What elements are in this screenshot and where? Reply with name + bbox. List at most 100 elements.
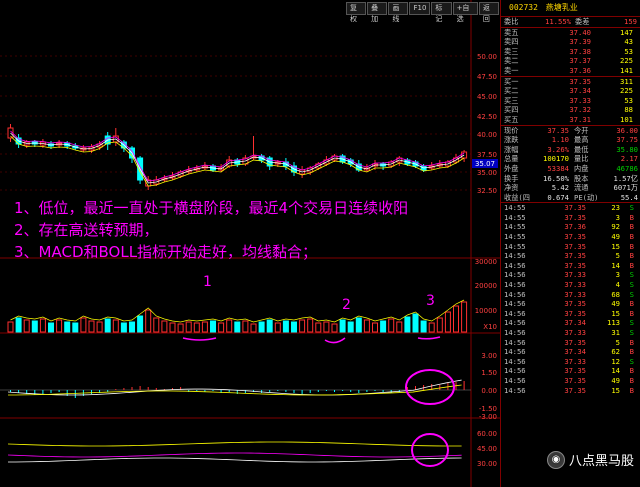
tick-row: 14:56 37.34 113 S xyxy=(501,318,640,328)
tick-time: 14:56 xyxy=(504,318,526,328)
quote-panel: 002732 燕塘乳业 委比 11.55% 委差 159 卖五 37.40 147 卖… xyxy=(500,0,640,487)
bid-volume: 101 xyxy=(620,114,633,124)
volume-scale-label: 10000 xyxy=(475,307,497,315)
ask-volume: 147 xyxy=(620,27,633,37)
tick-row: 14:56 37.35 49 B xyxy=(501,376,640,386)
bid-row: 买四 37.32 88 xyxy=(501,105,640,115)
boll-scale-label: 60.00 xyxy=(477,430,497,438)
tick-price: 37.33 xyxy=(564,289,586,299)
chart-area[interactable]: 50.00 47.50 45.00 42.50 40.00 37.50 35.00 32.50… xyxy=(0,0,500,487)
bid-row: 买一 37.35 311 xyxy=(501,77,640,87)
quote-value: 16.50% xyxy=(543,173,569,183)
volume-bar xyxy=(177,323,184,333)
bid-label: 买一 xyxy=(504,76,519,86)
volume-bar xyxy=(226,319,233,333)
bid-price: 37.35 xyxy=(569,76,591,86)
volume-bar xyxy=(388,318,395,333)
boll-mid-line xyxy=(7,452,462,458)
tick-volume: 3 xyxy=(615,212,620,222)
tick-row: 14:56 37.33 3 S xyxy=(501,270,640,280)
committee-diff-label: 委差 xyxy=(575,17,590,26)
ask-levels: 卖五 37.40 147 卖四 37.39 43 卖三 37.38 53 卖二 37.37 225 卖一… xyxy=(501,28,640,76)
volume-bar xyxy=(169,322,176,333)
tick-row: 14:56 37.35 14 B xyxy=(501,261,640,271)
watermark-text: 八点黑马股 xyxy=(568,454,634,469)
bid-volume: 53 xyxy=(624,95,633,105)
tick-direction: B xyxy=(629,308,634,318)
macd-scale-label: 1.50 xyxy=(481,369,497,377)
tick-volume: 14 xyxy=(611,366,620,376)
tick-direction: B xyxy=(629,366,634,376)
bid-label: 买四 xyxy=(504,105,519,115)
volume-unit-label: X10 xyxy=(483,323,497,331)
volume-bar xyxy=(96,321,103,333)
toolbar-button-overlay[interactable]: 叠加 xyxy=(367,2,388,23)
tick-volume: 31 xyxy=(611,328,620,337)
toolbar-button-f10[interactable]: F10 xyxy=(409,2,431,15)
tick-time: 14:55 xyxy=(504,222,526,232)
bid-price: 37.32 xyxy=(569,105,591,115)
toolbar-button-back[interactable]: 返回 xyxy=(478,2,499,23)
toolbar-button-add-watchlist[interactable]: +自选 xyxy=(452,2,478,23)
bid-price: 37.33 xyxy=(569,95,591,105)
tick-time: 14:55 xyxy=(504,212,526,222)
annotation-marker: 1 xyxy=(203,274,212,290)
macd-scale-label: 3.00 xyxy=(481,352,497,360)
tick-row: 14:56 37.35 49 B xyxy=(501,299,640,309)
bid-price: 37.34 xyxy=(569,86,591,96)
bid-label: 买三 xyxy=(504,95,519,105)
quote-value: 53384 xyxy=(547,163,569,173)
toolbar-button-restore-rights[interactable]: 复权 xyxy=(346,2,367,23)
volume-bar xyxy=(412,313,419,333)
chart-toolbar: 复权 叠加 画线 F10 标记 +自选 返回 xyxy=(346,2,500,23)
volume-bar xyxy=(201,321,208,333)
tick-direction: B xyxy=(629,232,634,242)
volume-bar xyxy=(64,321,71,333)
quote-value: 5.42 xyxy=(551,183,569,193)
quote-label: 总量 xyxy=(504,154,519,164)
ask-price: 37.38 xyxy=(569,46,591,56)
tick-time: 14:56 xyxy=(504,299,526,309)
volume-bar xyxy=(339,319,346,333)
tick-time: 14:56 xyxy=(504,308,526,318)
tick-time: 14:55 xyxy=(504,203,526,213)
tick-list[interactable]: 14:55 37.35 23 S 14:55 37.35 3 B 14:55 37.36 92 B 14… xyxy=(501,203,640,395)
volume-bar xyxy=(80,317,87,333)
bid-label: 买二 xyxy=(504,86,519,96)
volume-bar xyxy=(161,320,168,333)
bid-volume: 88 xyxy=(624,105,633,115)
volume-bar xyxy=(120,322,127,333)
volume-bar xyxy=(185,321,192,333)
quote-label: 现价 xyxy=(504,125,519,135)
ask-row: 卖五 37.40 147 xyxy=(501,28,640,38)
toolbar-button-draw[interactable]: 画线 xyxy=(388,2,409,23)
toolbar-button-mark[interactable]: 标记 xyxy=(431,2,452,23)
volume-bar xyxy=(315,322,322,333)
bid-levels: 买一 37.35 311 买二 37.34 225 买三 37.33 53 买四 37.32 88 买五… xyxy=(501,77,640,125)
ma-line xyxy=(10,130,465,182)
stock-code: 002732 xyxy=(509,3,538,12)
bid-price: 37.31 xyxy=(569,114,591,124)
price-scale-label: 40.00 xyxy=(477,131,497,139)
volume-bar xyxy=(355,317,362,333)
quote-label: 量比 xyxy=(574,154,589,164)
ask-price: 37.36 xyxy=(569,65,591,75)
volume-bar xyxy=(112,319,119,333)
tick-direction: B xyxy=(629,347,634,357)
quote-row: 总量 100170 量比 2.17 xyxy=(501,154,640,164)
tick-row: 14:56 37.35 5 B xyxy=(501,338,640,348)
volume-bar xyxy=(282,320,289,333)
tick-direction: S xyxy=(629,289,634,299)
price-scale-label: 32.50 xyxy=(477,187,497,195)
price-scale-label: 45.00 xyxy=(477,93,497,101)
committee-ratio-label: 委比 xyxy=(504,17,519,26)
volume-bar xyxy=(323,321,330,333)
volume-bar xyxy=(347,321,354,333)
tick-volume: 49 xyxy=(611,375,620,385)
quote-row: 涨跌 1.10 最高 37.75 xyxy=(501,135,640,145)
annotation-line-1: 1、低位，最近一直处于横盘阶段，最近4个交易日连续收阳 xyxy=(14,199,409,217)
tick-volume: 23 xyxy=(611,203,620,213)
tick-volume: 62 xyxy=(611,347,620,357)
volume-bar xyxy=(72,322,79,333)
ask-volume: 141 xyxy=(620,65,633,75)
